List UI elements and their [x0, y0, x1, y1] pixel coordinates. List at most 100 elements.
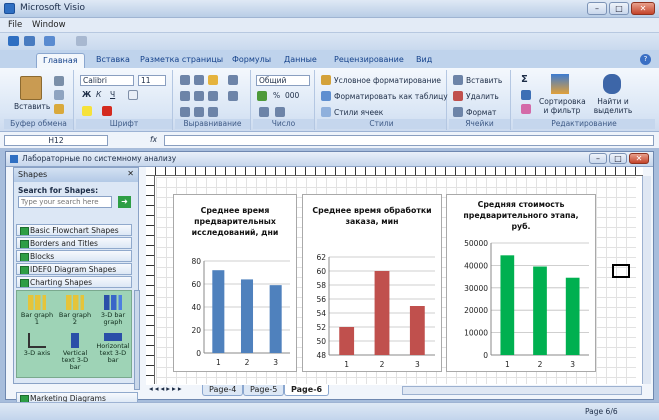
shape-horizontal-text-3d-bar[interactable]: Horizontal text 3-D bar	[95, 333, 131, 364]
merge-cells-icon[interactable]	[228, 91, 238, 101]
insert-cells-button[interactable]: Вставить	[466, 76, 502, 85]
increase-decimal-icon[interactable]	[259, 107, 269, 117]
office-save-icon[interactable]	[8, 36, 19, 46]
category-idef0[interactable]: IDEF0 Diagram Shapes	[16, 263, 132, 275]
shapes-close-icon[interactable]: ✕	[127, 169, 134, 178]
shape-vertical-text-3d-bar[interactable]: Vertical text 3-D bar	[57, 333, 93, 371]
category-basic-flowchart[interactable]: Basic Flowchart Shapes	[16, 224, 132, 236]
borders-icon[interactable]	[128, 90, 138, 100]
save-icon[interactable]	[24, 36, 35, 46]
conditional-format-button[interactable]: Условное форматирование	[334, 76, 441, 85]
visio-logo-icon	[4, 3, 15, 14]
align-left-icon[interactable]	[180, 91, 190, 101]
window-title: Microsoft Visio	[20, 3, 85, 13]
minimize-button[interactable]: –	[587, 2, 607, 15]
tab-page-layout[interactable]: Разметка страницы	[134, 53, 229, 68]
autosum-button[interactable]: Σ	[521, 74, 528, 85]
horizontal-scrollbar[interactable]	[402, 386, 642, 395]
page-nav-arrows[interactable]: ◂◂◂▸▸▸	[149, 384, 184, 393]
font-name-select[interactable]: Calibri	[80, 75, 134, 86]
formula-input[interactable]	[164, 135, 654, 146]
shape-3d-bar-graph[interactable]: 3-D bar graph	[95, 295, 131, 326]
x-tick-label: 1	[505, 360, 510, 369]
bar	[533, 266, 547, 355]
fx-button[interactable]: fx	[150, 135, 157, 144]
help-icon[interactable]: ?	[640, 54, 651, 65]
cut-icon[interactable]	[54, 76, 64, 86]
align-right-icon[interactable]	[208, 91, 218, 101]
fill-icon[interactable]	[521, 90, 531, 100]
number-format-select[interactable]: Общий	[256, 75, 310, 86]
align-middle-icon[interactable]	[194, 75, 204, 85]
bold-button[interactable]: Ж	[82, 90, 91, 99]
category-blocks[interactable]: Blocks	[16, 250, 132, 262]
clear-icon[interactable]	[521, 104, 531, 114]
tab-review[interactable]: Рецензирование	[328, 53, 410, 68]
sort-filter-icon[interactable]	[551, 74, 569, 94]
decrease-decimal-icon[interactable]	[275, 107, 285, 117]
undo-icon[interactable]	[44, 36, 55, 46]
paste-icon[interactable]	[20, 76, 42, 100]
page-tab-5[interactable]: Page-5	[243, 385, 285, 396]
shape-3d-axis[interactable]: 3-D axis	[19, 333, 55, 357]
font-group-label: Шрифт	[76, 119, 172, 129]
fill-color-icon[interactable]	[82, 106, 92, 116]
sort-filter-button[interactable]: Сортировка и фильтр	[539, 97, 586, 115]
shapes-scrollbar[interactable]	[134, 290, 140, 390]
cell-styles-button[interactable]: Стили ячеек	[334, 108, 383, 117]
maximize-button[interactable]: □	[609, 2, 629, 15]
tab-view[interactable]: Вид	[410, 53, 438, 68]
thousands-button[interactable]: 000	[285, 91, 299, 100]
format-as-table-button[interactable]: Форматировать как таблицу	[334, 92, 448, 101]
increase-indent-icon[interactable]	[194, 107, 204, 117]
page-tab-4[interactable]: Page-4	[202, 385, 244, 396]
chart-order-time[interactable]: Среднее время обработки заказа, мин 48 50…	[302, 194, 442, 372]
search-go-icon[interactable]: ➜	[118, 196, 131, 208]
format-painter-icon[interactable]	[54, 104, 64, 114]
italic-button[interactable]: К	[96, 90, 101, 99]
page-tab-6[interactable]: Page-6	[284, 385, 330, 396]
category-charting[interactable]: Charting Shapes	[16, 276, 132, 288]
doc-restore-button[interactable]: □	[609, 153, 627, 164]
category-borders-titles[interactable]: Borders and Titles	[16, 237, 132, 249]
percent-button[interactable]: %	[273, 91, 280, 100]
delete-cells-button[interactable]: Удалить	[466, 92, 499, 101]
shape-bar-graph-1[interactable]: Bar graph 1	[19, 295, 55, 326]
paste-button[interactable]: Вставить	[14, 102, 50, 111]
shape-bar-graph-2[interactable]: Bar graph 2	[57, 295, 93, 326]
selected-cell-marker	[612, 264, 630, 278]
orientation-icon[interactable]	[208, 107, 218, 117]
shape-search-input[interactable]	[18, 196, 112, 208]
align-bottom-icon[interactable]	[208, 75, 218, 85]
wrap-text-icon[interactable]	[228, 75, 238, 85]
find-select-button[interactable]: Найти и выделить	[589, 97, 637, 115]
format-cells-button[interactable]: Формат	[466, 108, 496, 117]
doc-close-button[interactable]: ✕	[629, 153, 649, 164]
chart-research-time[interactable]: Среднее время предварительных исследован…	[173, 194, 297, 372]
find-select-icon[interactable]	[603, 74, 621, 94]
font-size-select[interactable]: 11	[138, 75, 166, 86]
underline-button[interactable]: Ч	[110, 90, 115, 99]
decrease-indent-icon[interactable]	[180, 107, 190, 117]
redo-icon[interactable]	[76, 36, 87, 46]
currency-icon[interactable]	[257, 91, 267, 101]
name-box[interactable]: H12	[4, 135, 108, 146]
menu-file[interactable]: File	[8, 20, 22, 30]
ribbon: Вставить Буфер обмена Calibri 11 Ж К Ч Ш…	[0, 68, 659, 132]
tab-formulas[interactable]: Формулы	[226, 53, 277, 68]
clipboard-group-label: Буфер обмена	[4, 119, 73, 129]
font-color-icon[interactable]	[102, 106, 112, 116]
doc-minimize-button[interactable]: –	[589, 153, 607, 164]
y-tick-label: 60	[191, 280, 201, 289]
align-center-icon[interactable]	[194, 91, 204, 101]
insert-cells-icon	[453, 75, 463, 85]
tab-data[interactable]: Данные	[278, 53, 323, 68]
copy-icon[interactable]	[54, 90, 64, 100]
vertical-scrollbar[interactable]	[642, 176, 651, 384]
chart-cost[interactable]: Средняя стоимость предварительного этапа…	[446, 194, 596, 372]
tab-insert[interactable]: Вставка	[90, 53, 136, 68]
close-button[interactable]: ✕	[631, 2, 655, 15]
align-top-icon[interactable]	[180, 75, 190, 85]
tab-home[interactable]: Главная	[36, 53, 85, 68]
menu-window[interactable]: Window	[32, 20, 66, 30]
